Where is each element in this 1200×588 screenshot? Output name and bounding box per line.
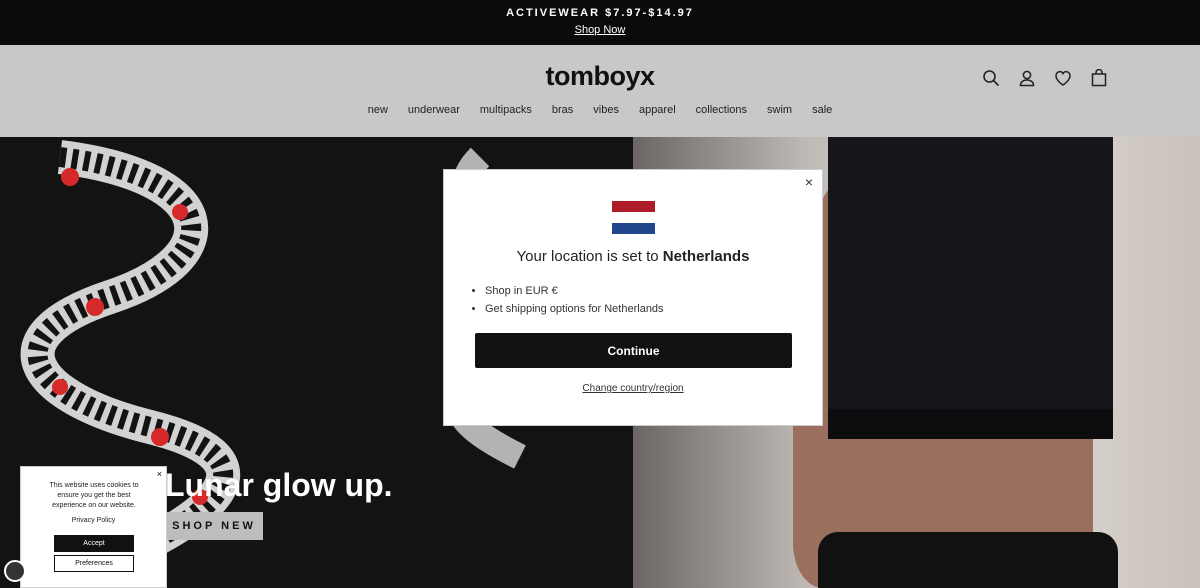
nav-item-new[interactable]: new xyxy=(358,104,398,116)
change-country-link[interactable]: Change country/region xyxy=(444,383,822,394)
bra-band xyxy=(828,409,1113,439)
preferences-button[interactable]: Preferences xyxy=(54,555,134,572)
nav-item-apparel[interactable]: apparel xyxy=(629,104,686,116)
announcement-promo: ACTIVEWEAR $7.97-$14.97 xyxy=(506,7,694,19)
search-icon[interactable] xyxy=(982,69,1000,87)
nav-item-multipacks[interactable]: multipacks xyxy=(470,104,542,116)
privacy-policy-link[interactable]: Privacy Policy xyxy=(21,517,166,524)
accessibility-icon[interactable] xyxy=(4,560,26,582)
shop-now-link[interactable]: Shop Now xyxy=(0,24,1200,36)
location-benefits-list: Shop in EUR € Get shipping options for N… xyxy=(485,282,664,318)
close-icon[interactable]: × xyxy=(157,469,162,479)
location-modal: × Your location is set to Netherlands Sh… xyxy=(443,169,823,426)
cookie-text: This website uses cookies to ensure you … xyxy=(49,482,139,509)
site-header: tomboyx new underwear multipacks bras vi… xyxy=(0,45,1200,137)
announcement-bar: ACTIVEWEAR $7.97-$14.97 Shop Now xyxy=(0,0,1200,45)
hero-title: Lunar glow up. xyxy=(165,467,393,503)
heart-icon[interactable] xyxy=(1054,69,1072,87)
account-icon[interactable] xyxy=(1018,69,1036,87)
main-nav: new underwear multipacks bras vibes appa… xyxy=(0,104,1200,116)
location-message: Your location is set to Netherlands xyxy=(444,248,822,265)
bag-icon[interactable] xyxy=(1090,69,1108,87)
netherlands-flag-icon xyxy=(612,201,655,234)
cookie-banner: × This website uses cookies to ensure yo… xyxy=(20,466,167,588)
nav-item-collections[interactable]: collections xyxy=(686,104,757,116)
snake-print-bra-image xyxy=(828,137,1113,437)
header-icons xyxy=(982,69,1108,87)
shorts-image xyxy=(818,532,1118,588)
location-country: Netherlands xyxy=(662,248,750,265)
shop-new-button[interactable]: SHOP NEW xyxy=(165,512,263,540)
nav-item-underwear[interactable]: underwear xyxy=(398,104,470,116)
list-item: Get shipping options for Netherlands xyxy=(485,300,664,318)
nav-item-sale[interactable]: sale xyxy=(802,104,842,116)
nav-item-swim[interactable]: swim xyxy=(757,104,802,116)
list-item: Shop in EUR € xyxy=(485,282,664,300)
nav-item-vibes[interactable]: vibes xyxy=(583,104,629,116)
accept-button[interactable]: Accept xyxy=(54,535,134,552)
close-icon[interactable]: × xyxy=(801,174,817,190)
location-message-prefix: Your location is set to xyxy=(516,248,663,265)
continue-button[interactable]: Continue xyxy=(475,333,792,368)
nav-item-bras[interactable]: bras xyxy=(542,104,583,116)
